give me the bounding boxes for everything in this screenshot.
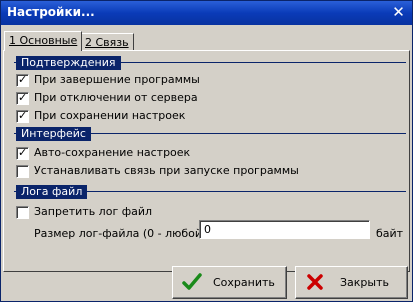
checkbox-label: Запретить лог файл: [34, 205, 153, 218]
checkbox-box[interactable]: [16, 206, 29, 219]
settings-window: Настройки... ✕ 1 Основные 2 Связь Подтве…: [0, 0, 413, 302]
checkbox-box[interactable]: ✓: [16, 109, 29, 123]
log-size-input[interactable]: [199, 220, 370, 239]
checkbox-box[interactable]: [16, 165, 29, 178]
tab-general[interactable]: 1 Основные: [4, 31, 83, 51]
log-size-unit: байт: [376, 227, 404, 240]
section-title: Интерфейс: [16, 127, 91, 141]
close-button[interactable]: Закрыть: [295, 266, 408, 299]
checkbox-label: При завершение программы: [34, 73, 200, 86]
check-icon: [182, 273, 202, 290]
checkmark-icon: ✓: [18, 73, 28, 86]
section-title: Лога файл: [16, 185, 88, 199]
checkmark-icon: ✓: [18, 91, 28, 104]
dialog-body: 1 Основные 2 Связь Подтверждения ✓ При з…: [1, 25, 412, 301]
save-button-label: Сохранить: [213, 276, 275, 289]
section-log: Лога файл: [14, 185, 406, 199]
checkbox-label: При сохранении настроек: [34, 109, 186, 122]
close-button-label: Закрыть: [340, 276, 389, 289]
section-confirm: Подтверждения: [14, 56, 406, 70]
save-button[interactable]: Сохранить: [172, 266, 287, 299]
section-title: Подтверждения: [16, 56, 121, 70]
log-size-label: Размер лог-файла (0 - любой): [34, 227, 207, 240]
checkmark-icon: ✓: [18, 146, 28, 159]
checkbox-label: Устанавливать связь при запуске программ…: [34, 164, 299, 177]
x-icon: [307, 274, 323, 290]
checkbox-label: При отключении от сервера: [34, 91, 198, 104]
checkmark-icon: ✓: [18, 109, 28, 122]
checkbox-box[interactable]: ✓: [16, 73, 29, 87]
section-interface: Интерфейс: [14, 127, 406, 141]
window-title: Настройки...: [7, 5, 95, 19]
title-bar[interactable]: Настройки... ✕: [1, 1, 412, 25]
checkbox-label: Авто-сохранение настроек: [34, 146, 191, 159]
checkbox-box[interactable]: ✓: [16, 91, 29, 105]
tab-connection[interactable]: 2 Связь: [80, 33, 134, 51]
checkbox-box[interactable]: ✓: [16, 146, 29, 160]
close-icon[interactable]: ✕: [389, 4, 408, 21]
